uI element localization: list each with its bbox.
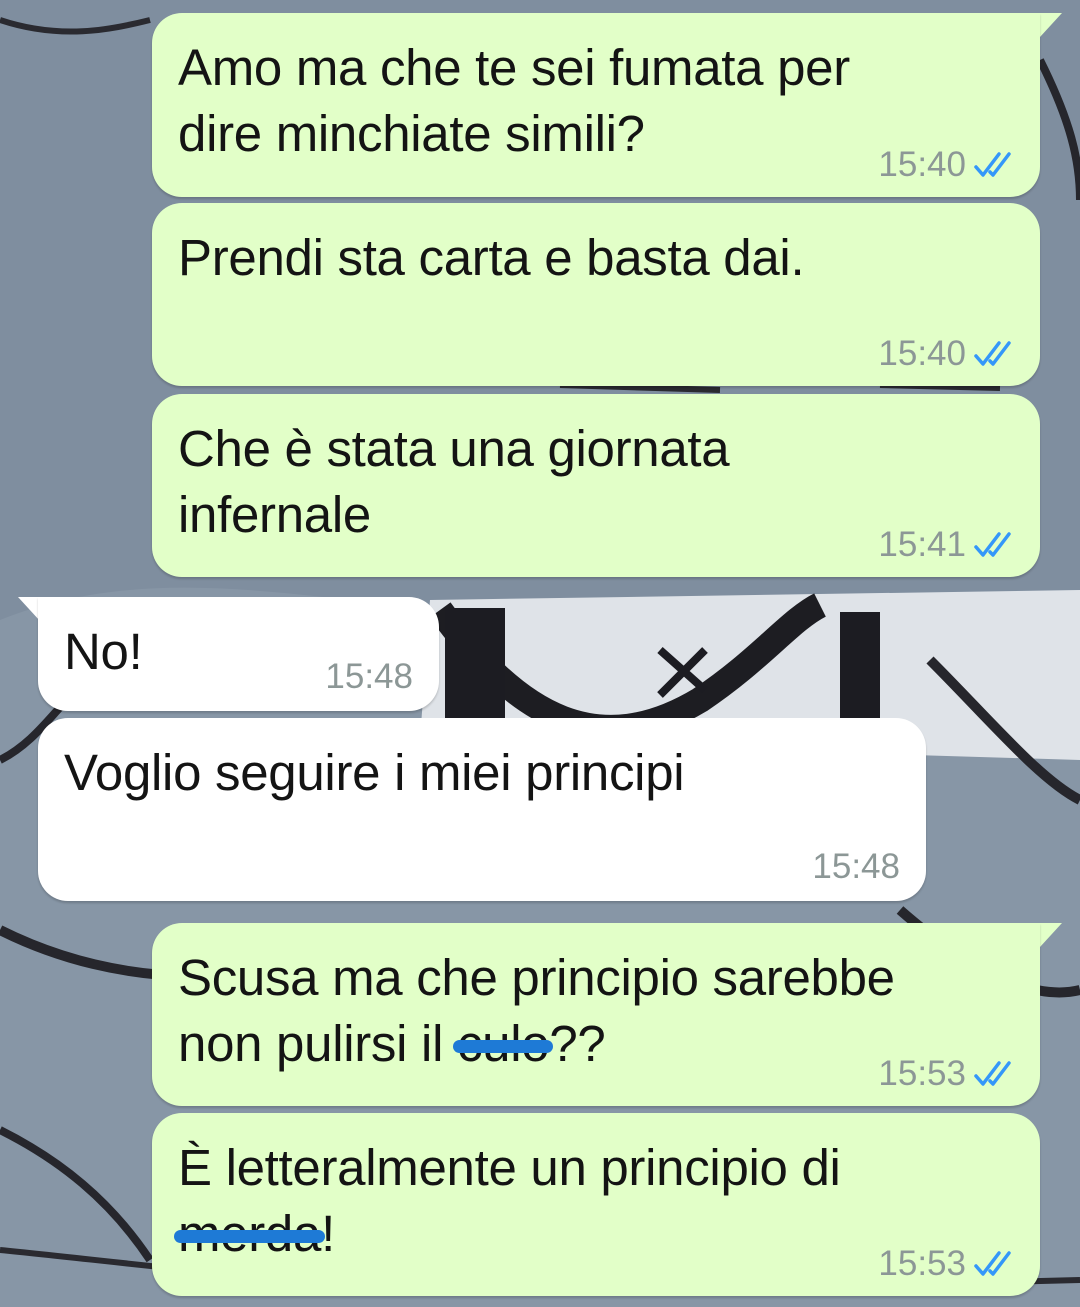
double-check-icon <box>974 1061 1011 1086</box>
double-check-icon <box>974 532 1011 557</box>
message-time: 15:48 <box>325 657 413 696</box>
message-meta: 15:40 <box>878 145 1018 185</box>
outgoing-message[interactable]: È letteralmente un principio di merda! 1… <box>152 1113 1040 1296</box>
message-line: Che è stata una giornata <box>178 420 730 477</box>
outgoing-message[interactable]: Amo ma che te sei fumata per dire minchi… <box>152 13 1040 197</box>
message-text: Voglio seguire i miei principi <box>64 740 896 806</box>
redacted-word: culo <box>452 1011 554 1077</box>
message-text: Prendi sta carta e basta dai. <box>178 225 970 291</box>
message-time: 15:40 <box>878 145 966 184</box>
message-text: È letteralmente un principio di merda! <box>174 1135 970 1267</box>
message-meta: 15:53 <box>878 1054 1018 1094</box>
message-time: 15:53 <box>878 1244 966 1283</box>
redaction-marker <box>174 1230 326 1243</box>
message-meta: 15:53 <box>878 1244 1018 1284</box>
message-meta: 15:48 <box>325 657 413 697</box>
message-line: È letteralmente un principio di <box>178 1139 841 1196</box>
message-fragment: non pulirsi il <box>178 1015 457 1072</box>
message-line: non pulirsi il culo?? <box>178 1011 970 1077</box>
message-line: Prendi sta carta e basta dai. <box>178 229 805 286</box>
message-line: Scusa ma che principio sarebbe <box>178 949 895 1006</box>
message-text: Amo ma che te sei fumata per dire minchi… <box>178 35 970 167</box>
double-check-icon <box>974 341 1011 366</box>
message-line: infernale <box>178 486 371 543</box>
double-check-icon <box>974 1251 1011 1276</box>
message-time: 15:40 <box>878 334 966 373</box>
message-time: 15:48 <box>812 847 900 886</box>
message-line: dire minchiate simili? <box>178 105 645 162</box>
message-meta: 15:40 <box>878 334 1018 374</box>
incoming-message[interactable]: No! 15:48 <box>38 597 439 711</box>
message-line: Voglio seguire i miei principi <box>64 744 685 801</box>
outgoing-message[interactable]: Scusa ma che principio sarebbe non pulir… <box>152 923 1040 1106</box>
message-time: 15:53 <box>878 1054 966 1093</box>
incoming-message[interactable]: Voglio seguire i miei principi 15:48 <box>38 718 926 901</box>
message-meta: 15:41 <box>878 525 1018 565</box>
redacted-word: merda <box>174 1201 326 1267</box>
message-time: 15:41 <box>878 525 966 564</box>
message-meta: 15:48 <box>812 847 900 887</box>
message-text: Che è stata una giornata infernale <box>178 416 970 548</box>
outgoing-message[interactable]: Prendi sta carta e basta dai. 15:40 <box>152 203 1040 386</box>
message-text: Scusa ma che principio sarebbe non pulir… <box>178 945 970 1077</box>
outgoing-message[interactable]: Che è stata una giornata infernale 15:41 <box>152 394 1040 577</box>
double-check-icon <box>974 152 1011 177</box>
message-line: merda! <box>174 1201 970 1267</box>
redaction-marker <box>452 1040 554 1053</box>
message-line: Amo ma che te sei fumata per <box>178 39 850 96</box>
message-fragment: ?? <box>549 1015 606 1072</box>
